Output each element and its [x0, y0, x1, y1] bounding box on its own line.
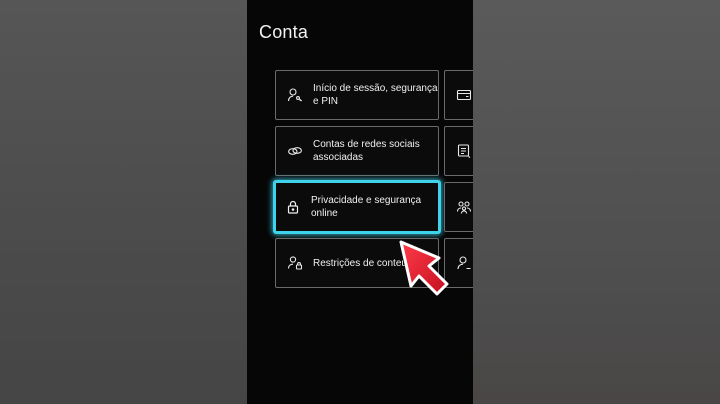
family-icon [456, 199, 472, 215]
tile-sign-in-security-pin[interactable]: Início de sessão, segurança e PIN [275, 70, 439, 120]
linked-rings-icon [287, 143, 303, 159]
tile-label: Início de sessão, segurança e PIN [313, 83, 438, 107]
tile-linked-social-accounts[interactable]: Contas de redes sociais associadas [275, 126, 439, 176]
person-icon [456, 255, 472, 271]
tile-payment-billing[interactable] [444, 70, 473, 120]
tile-label: Privacidade e segurança online [311, 195, 422, 219]
person-lock-icon [287, 255, 303, 271]
lock-icon [285, 199, 301, 215]
tile-privacy-online-safety[interactable]: Privacidade e segurança online [273, 180, 441, 234]
account-screen: Conta Início de sessão, segurança e PIN … [247, 0, 473, 404]
blurred-background-right [473, 0, 720, 404]
tile-family-settings[interactable] [444, 182, 473, 232]
page-title: Conta [259, 22, 309, 42]
tile-label: Contas de redes sociais associadas [313, 139, 420, 163]
notes-icon [456, 143, 472, 159]
wallet-card-icon [456, 87, 472, 103]
tile-subscriptions[interactable] [444, 126, 473, 176]
pointer-arrow-icon [399, 240, 449, 296]
person-key-icon [287, 87, 303, 103]
blurred-background-left [0, 0, 247, 404]
